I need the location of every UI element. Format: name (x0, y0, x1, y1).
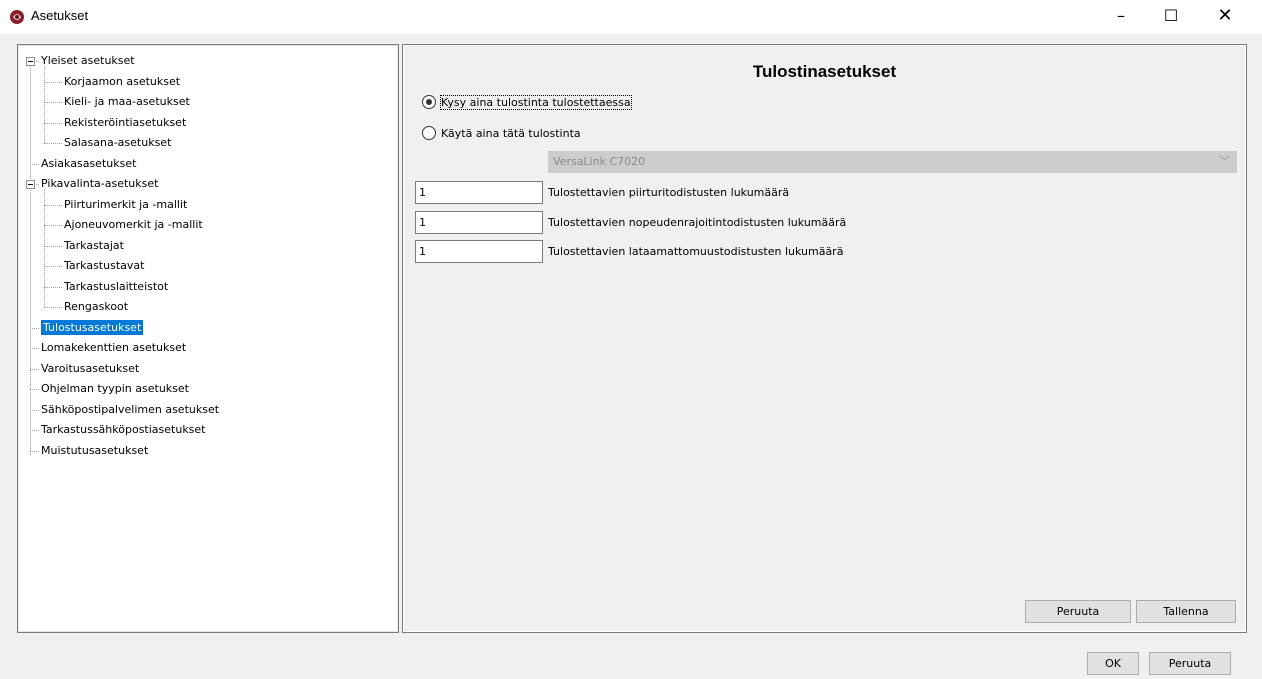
tree-item-label: Yleiset asetukset (41, 54, 135, 67)
tree-item-label: Rengaskoot (64, 300, 129, 313)
tree-connector (44, 245, 62, 247)
speed-limiter-count-label: Tulostettavien nopeudenrajoitintodistust… (548, 216, 847, 229)
settings-tree[interactable]: Yleiset asetukset Korjaamon asetukset Kiel… (17, 44, 399, 633)
tree-item-salasana-asetukset[interactable]: Salasana-asetukset (64, 133, 171, 153)
tree-item-tulostusasetukset[interactable]: Tulostusasetukset (41, 318, 144, 338)
tree-item-sahkopostipalvelimen-asetukset[interactable]: Sähköpostipalvelimen asetukset (41, 400, 219, 420)
tree-connector (44, 102, 62, 103)
tree-item-label: Asiakasasetukset (41, 156, 137, 170)
tree-item-label: Rekisteröintiasetukset (64, 115, 187, 129)
tree-connector (44, 307, 62, 308)
tree-connector (44, 286, 62, 288)
close-button[interactable]: ✕ (1202, 0, 1248, 34)
tree-item-asiakasasetukset[interactable]: Asiakasasetukset (41, 154, 136, 174)
panel-title: Tulostinasetukset (752, 62, 897, 81)
collapse-icon[interactable] (26, 180, 35, 189)
tree-connector (44, 266, 62, 267)
tree-connector (44, 189, 45, 307)
tree-item-tarkastussahkopostiasetukset[interactable]: Tarkastussähköpostiasetukset (41, 420, 206, 440)
tree-connector (30, 409, 39, 411)
tree-item-lomakekenttien-asetukset[interactable]: Lomakekenttien asetukset (41, 338, 186, 358)
tree-connector (30, 65, 31, 455)
maximize-button[interactable]: ☐ (1148, 0, 1194, 34)
tree-item-tarkastustavat[interactable]: Tarkastustavat (64, 256, 144, 276)
window-title: Asetukset (31, 8, 89, 23)
collapse-icon[interactable] (26, 57, 35, 66)
radio-use-printer[interactable] (422, 126, 436, 140)
tree-item-label: Sähköpostipalvelimen asetukset (41, 402, 220, 416)
tree-item-tarkastuslaitteistot[interactable]: Tarkastuslaitteistot (64, 277, 168, 297)
tachograph-count-input[interactable]: 1 (415, 181, 543, 204)
non-download-count-label: Tulostettavien lataamattomuustodistusten… (548, 245, 844, 258)
tree-item-label: Muistutusasetukset (41, 443, 149, 457)
tree-connector (44, 143, 62, 144)
printer-settings-panel: Tulostinasetukset Kysy aina tulostinta t… (402, 44, 1247, 633)
tree-item-kieli-ja-maa-asetukset[interactable]: Kieli- ja maa-asetukset (64, 92, 190, 112)
tree-item-label: Tarkastussähköpostiasetukset (41, 423, 206, 436)
printer-select[interactable]: VersaLink C7020 ﹀ (548, 151, 1237, 173)
tree-item-label: Pikavalinta-asetukset (41, 177, 159, 190)
tree-connector (30, 327, 39, 329)
chevron-down-icon: ﹀ (1219, 155, 1230, 168)
tree-connector (44, 204, 62, 206)
tree-item-label: Tulostusasetukset (41, 319, 144, 335)
radio-ask-printer[interactable] (422, 95, 436, 109)
tree-item-korjaamon-asetukset[interactable]: Korjaamon asetukset (64, 72, 180, 92)
tree-item-label: Varoitusasetukset (41, 361, 140, 375)
tree-connector (44, 225, 62, 226)
tree-item-label: Lomakekenttien asetukset (41, 341, 187, 354)
radio-use-printer-label[interactable]: Käytä aina tätä tulostinta (441, 127, 581, 140)
tachograph-count-label: Tulostettavien piirturitodistusten lukum… (548, 186, 790, 199)
non-download-count-input[interactable]: 1 (415, 240, 543, 263)
tree-item-label: Piirturimerkit ja -mallit (64, 197, 188, 211)
tree-item-label: Korjaamon asetukset (64, 74, 181, 88)
panel-save-button[interactable]: Tallenna (1136, 600, 1236, 623)
tree-connector (30, 368, 39, 370)
tree-item-ohjelman-tyypin-asetukset[interactable]: Ohjelman tyypin asetukset (41, 379, 189, 399)
tree-item-label: Tarkastajat (64, 238, 124, 252)
tree-item-rekisterointiasetukset[interactable]: Rekisteröintiasetukset (64, 113, 186, 133)
tree-item-label: Tarkastustavat (64, 259, 145, 272)
tree-connector (44, 122, 62, 124)
tree-item-piirturimerkit-ja-mallit[interactable]: Piirturimerkit ja -mallit (64, 195, 187, 215)
tree-item-label: Ajoneuvomerkit ja -mallit (64, 218, 203, 231)
radio-ask-printer-label[interactable]: Kysy aina tulostinta tulostettaessa (440, 95, 632, 110)
tree-connector (30, 389, 39, 390)
tree-connector (30, 450, 39, 452)
tree-item-tarkastajat[interactable]: Tarkastajat (64, 236, 124, 256)
tree-item-rengaskoot[interactable]: Rengaskoot (64, 297, 128, 317)
tree-item-label: Salasana-asetukset (64, 136, 172, 149)
app-logo-icon (9, 9, 25, 25)
tree-connector (30, 430, 39, 431)
tree-item-label: Ohjelman tyypin asetukset (41, 382, 189, 395)
ok-button[interactable]: OK (1087, 652, 1139, 675)
tree-item-varoitusasetukset[interactable]: Varoitusasetukset (41, 359, 139, 379)
printer-select-value: VersaLink C7020 (553, 155, 646, 168)
tree-item-pikavalinta-asetukset[interactable]: Pikavalinta-asetukset (41, 174, 158, 194)
title-bar: Asetukset – ☐ ✕ (0, 0, 1262, 34)
panel-cancel-button[interactable]: Peruuta (1025, 600, 1131, 623)
speed-limiter-count-input[interactable]: 1 (415, 211, 543, 234)
tree-connector (30, 348, 39, 349)
minimize-button[interactable]: – (1098, 0, 1144, 34)
tree-connector (30, 163, 39, 165)
tree-connector (44, 66, 45, 143)
footer-cancel-button[interactable]: Peruuta (1149, 652, 1231, 675)
tree-item-yleiset-asetukset[interactable]: Yleiset asetukset (41, 51, 135, 71)
tree-item-label: Tarkastuslaitteistot (64, 279, 169, 293)
tree-item-label: Kieli- ja maa-asetukset (64, 95, 190, 108)
tree-connector (44, 81, 62, 83)
tree-item-muistutusasetukset[interactable]: Muistutusasetukset (41, 441, 148, 461)
tree-item-ajoneuvomerkit-ja-mallit[interactable]: Ajoneuvomerkit ja -mallit (64, 215, 203, 235)
